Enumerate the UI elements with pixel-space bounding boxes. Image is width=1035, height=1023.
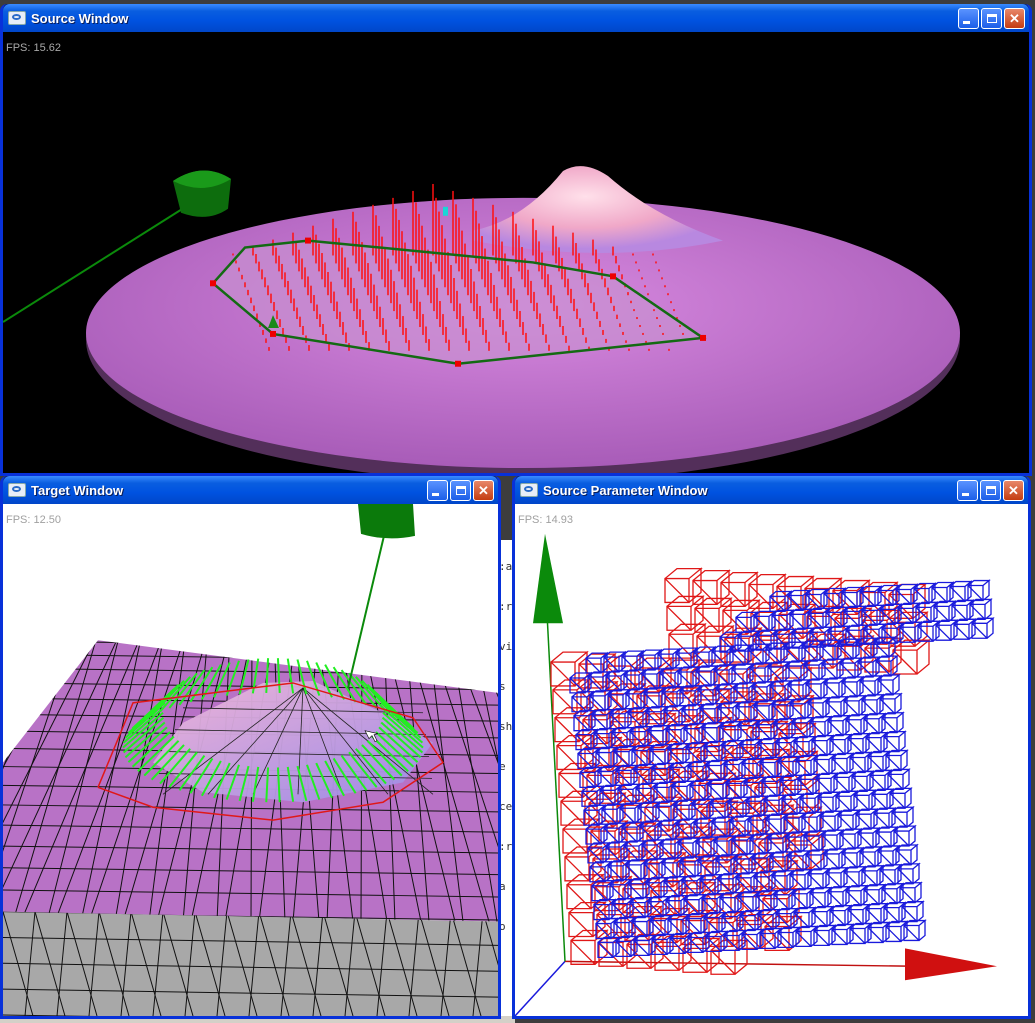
- close-icon: ✕: [478, 482, 489, 498]
- minimize-button[interactable]: [958, 7, 979, 29]
- maximize-icon: [986, 13, 997, 23]
- close-icon: ✕: [1008, 482, 1019, 498]
- target-viewport[interactable]: FPS: 12.50: [3, 504, 498, 1016]
- window-title: Source Parameter Window: [543, 482, 708, 498]
- blue-axis-line: [515, 960, 566, 1016]
- close-button[interactable]: ✕: [1003, 479, 1024, 501]
- handle[interactable]: [305, 237, 311, 244]
- app-icon[interactable]: [8, 11, 26, 25]
- parameter-3d-scene[interactable]: [515, 504, 1028, 1016]
- handle[interactable]: [455, 360, 461, 367]
- app-icon[interactable]: [520, 483, 538, 497]
- source-parameter-window[interactable]: Source Parameter Window ✕ FPS: 14.93: [512, 476, 1031, 1019]
- green-axis-arrow: [533, 533, 563, 624]
- source-parameter-window-titlebar[interactable]: Source Parameter Window ✕: [515, 476, 1028, 504]
- handle[interactable]: [270, 330, 276, 337]
- minimize-button[interactable]: [957, 479, 978, 501]
- minimize-button[interactable]: [427, 479, 448, 501]
- minimize-icon: [432, 492, 439, 496]
- close-icon: ✕: [1009, 10, 1020, 26]
- maximize-icon: [985, 485, 996, 495]
- target-3d-scene[interactable]: [3, 504, 498, 1016]
- source-viewport[interactable]: FPS: 15.62: [3, 32, 1029, 473]
- close-button[interactable]: ✕: [1004, 7, 1025, 29]
- maximize-icon: [455, 485, 466, 495]
- source-window-titlebar[interactable]: Source Window ✕: [3, 4, 1029, 32]
- handle[interactable]: [610, 273, 616, 280]
- target-window-titlebar[interactable]: Target Window ✕: [3, 476, 498, 504]
- source-3d-scene[interactable]: [3, 32, 1029, 473]
- maximize-button[interactable]: [450, 479, 471, 501]
- cursor-marker: [443, 206, 448, 216]
- green-cone: [358, 504, 415, 539]
- fps-counter: FPS: 12.50: [6, 514, 62, 526]
- parameter-viewport[interactable]: FPS: 14.93: [515, 504, 1028, 1016]
- red-axis-arrow: [905, 948, 997, 981]
- source-window[interactable]: Source Window ✕ FPS: 15.62: [0, 4, 1032, 476]
- maximize-button[interactable]: [980, 479, 1001, 501]
- window-title: Target Window: [31, 482, 124, 498]
- app-icon[interactable]: [8, 483, 26, 497]
- fps-counter: FPS: 15.62: [6, 42, 62, 54]
- handle[interactable]: [700, 334, 706, 341]
- close-button[interactable]: ✕: [473, 479, 494, 501]
- green-axis-line: [546, 613, 566, 962]
- minimize-icon: [962, 492, 969, 496]
- target-window[interactable]: Target Window ✕ FPS: 12.50: [0, 476, 501, 1019]
- handle[interactable]: [210, 280, 216, 287]
- green-axis-line: [347, 518, 389, 689]
- minimize-icon: [963, 20, 970, 24]
- red-axis-line: [564, 960, 916, 968]
- maximize-button[interactable]: [981, 7, 1002, 29]
- fps-counter: FPS: 14.93: [518, 514, 574, 526]
- window-title: Source Window: [31, 10, 129, 26]
